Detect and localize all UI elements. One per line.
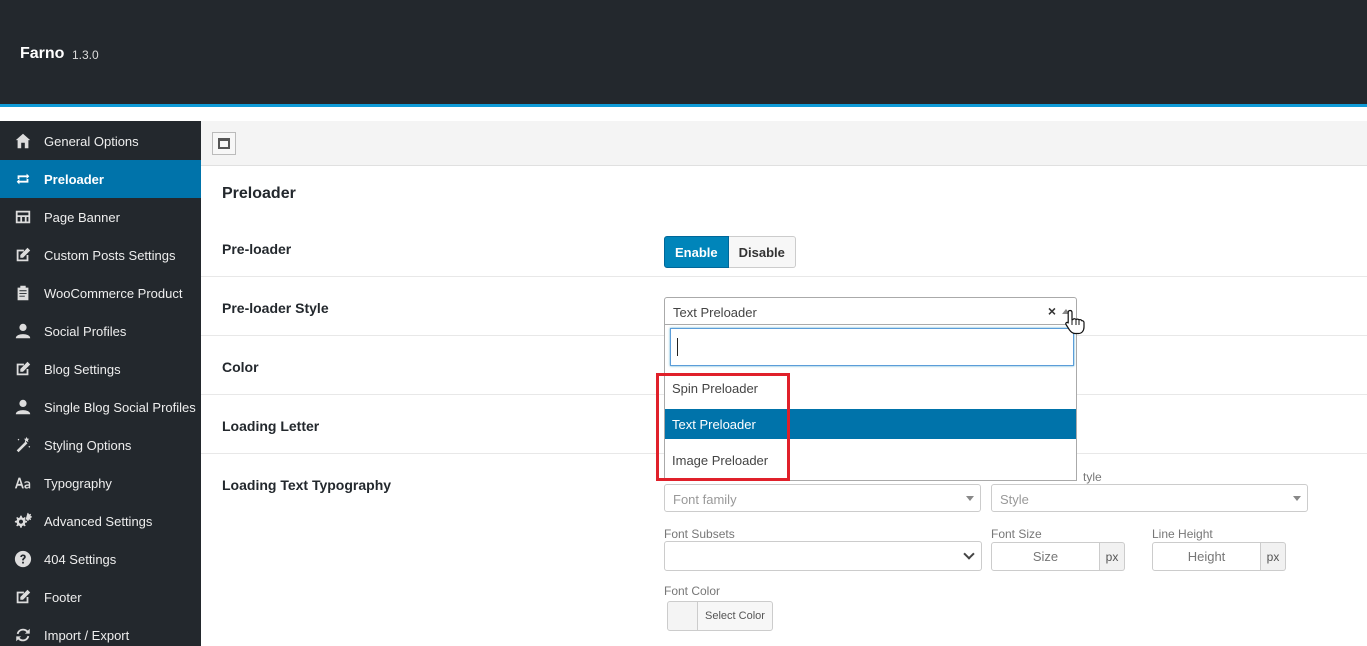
dropdown-arrow-icon [966, 496, 974, 501]
edit-icon [14, 360, 32, 378]
option-text-preloader[interactable]: Text Preloader [665, 409, 1076, 439]
chevron-down-icon [963, 548, 975, 560]
sidebar-item-label: Footer [44, 589, 82, 605]
loop-icon [14, 170, 32, 188]
gears-icon [14, 512, 32, 530]
panel-toolbar [201, 121, 1367, 166]
color-swatch [668, 602, 698, 630]
preloader-toggle: Enable Disable [664, 236, 796, 268]
section-title: Preloader [222, 185, 296, 202]
font-subsets-select[interactable] [664, 541, 982, 571]
preloader-label: Pre-loader [222, 241, 292, 257]
font-family-select[interactable]: Font family [664, 484, 981, 512]
banner-icon [14, 208, 32, 226]
header-spacer [0, 107, 1367, 121]
sidebar-item-label: Import / Export [44, 627, 130, 643]
sidebar-item-footer[interactable]: Footer [0, 578, 201, 616]
sidebar-item-typography[interactable]: Typography [0, 464, 201, 502]
font-size-input[interactable]: Size [991, 542, 1100, 571]
sidebar-item-woocommerce-product[interactable]: WooCommerce Product [0, 274, 201, 312]
text-caret [677, 338, 678, 356]
font-family-placeholder: Font family [673, 492, 737, 507]
line-height-label: Line Height [1152, 527, 1213, 541]
preloader-style-label: Pre-loader Style [222, 300, 329, 316]
sidebar-item-blog-settings[interactable]: Blog Settings [0, 350, 201, 388]
loading-letter-label: Loading Letter [222, 418, 320, 434]
user-icon [14, 322, 32, 340]
theme-name: Farno [20, 45, 65, 62]
clipboard-icon [14, 284, 32, 302]
preloader-style-value: Text Preloader [673, 305, 757, 320]
font-subsets-label: Font Subsets [664, 527, 735, 541]
font-size-unit: px [1100, 542, 1125, 571]
loading-text-typography-label: Loading Text Typography [222, 477, 392, 493]
option-image-preloader[interactable]: Image Preloader [665, 445, 1076, 475]
sidebar-item-label: Preloader [44, 171, 104, 187]
sidebar-item-page-banner[interactable]: Page Banner [0, 198, 201, 236]
sidebar-item-custom-posts-settings[interactable]: Custom Posts Settings [0, 236, 201, 274]
sidebar-item-advanced-settings[interactable]: Advanced Settings [0, 502, 201, 540]
expand-options-button[interactable] [212, 132, 236, 155]
magic-wand-icon [14, 436, 32, 454]
enable-button[interactable]: Enable [664, 236, 729, 268]
typography-icon [14, 474, 32, 492]
font-style-select[interactable]: Style [991, 484, 1308, 512]
sidebar-item-404-settings[interactable]: 404 Settings [0, 540, 201, 578]
sidebar-item-single-blog-social-profiles[interactable]: Single Blog Social Profiles [0, 388, 201, 426]
sidebar-item-label: WooCommerce Product [44, 285, 183, 301]
admin-header: Farno 1.3.0 [0, 0, 1367, 104]
sidebar-item-label: General Options [44, 133, 139, 149]
font-size-label: Font Size [991, 527, 1042, 541]
sidebar-item-import-export[interactable]: Import / Export [0, 616, 201, 646]
sidebar-item-label: Page Banner [44, 209, 120, 225]
preloader-style-dropdown: Spin Preloader Text Preloader Image Prel… [664, 325, 1077, 481]
font-size-field: Size px [991, 542, 1125, 571]
sidebar-item-label: Advanced Settings [44, 513, 153, 529]
font-style-label: tyle [1083, 470, 1102, 484]
sidebar-item-social-profiles[interactable]: Social Profiles [0, 312, 201, 350]
clear-icon[interactable]: × [1048, 303, 1056, 319]
font-color-label: Font Color [664, 584, 721, 598]
row-divider [201, 276, 1367, 277]
user-icon [14, 398, 32, 416]
edit-icon [14, 246, 32, 264]
sidebar-item-label: Social Profiles [44, 323, 127, 339]
sidebar-item-styling-options[interactable]: Styling Options [0, 426, 201, 464]
line-height-input[interactable]: Height [1152, 542, 1261, 571]
sidebar-item-label: Typography [44, 475, 112, 491]
sidebar-item-general-options[interactable]: General Options [0, 122, 201, 160]
line-height-field: Height px [1152, 542, 1286, 571]
dropdown-arrow-icon [1293, 496, 1301, 501]
edit-icon [14, 588, 32, 606]
option-spin-preloader[interactable]: Spin Preloader [665, 373, 1076, 403]
theme-version: 1.3.0 [72, 48, 99, 62]
sidebar-item-label: 404 Settings [44, 551, 117, 567]
select-color-label: Select Color [705, 610, 765, 622]
font-color-picker[interactable]: Select Color [667, 601, 773, 631]
dropdown-search-input[interactable] [670, 328, 1074, 366]
sidebar-item-label: Single Blog Social Profiles [44, 399, 196, 415]
help-icon [14, 550, 32, 568]
options-panel: Preloader Pre-loader Enable Disable Pre-… [201, 121, 1367, 646]
disable-button[interactable]: Disable [728, 236, 796, 268]
sidebar-item-label: Custom Posts Settings [44, 247, 176, 263]
sidebar-item-preloader[interactable]: Preloader [0, 160, 201, 198]
sidebar-item-label: Blog Settings [44, 361, 121, 377]
refresh-icon [14, 626, 32, 644]
window-icon [218, 138, 230, 149]
line-height-unit: px [1261, 542, 1286, 571]
color-label: Color [222, 359, 259, 375]
sidebar-item-label: Styling Options [44, 437, 132, 453]
options-sidebar: General Options Preloader Page Banner Cu… [0, 121, 201, 646]
home-icon [14, 132, 32, 150]
preloader-style-select[interactable]: Text Preloader × [664, 297, 1077, 325]
font-style-placeholder: Style [1000, 492, 1029, 507]
hand-cursor-icon [1065, 309, 1085, 335]
